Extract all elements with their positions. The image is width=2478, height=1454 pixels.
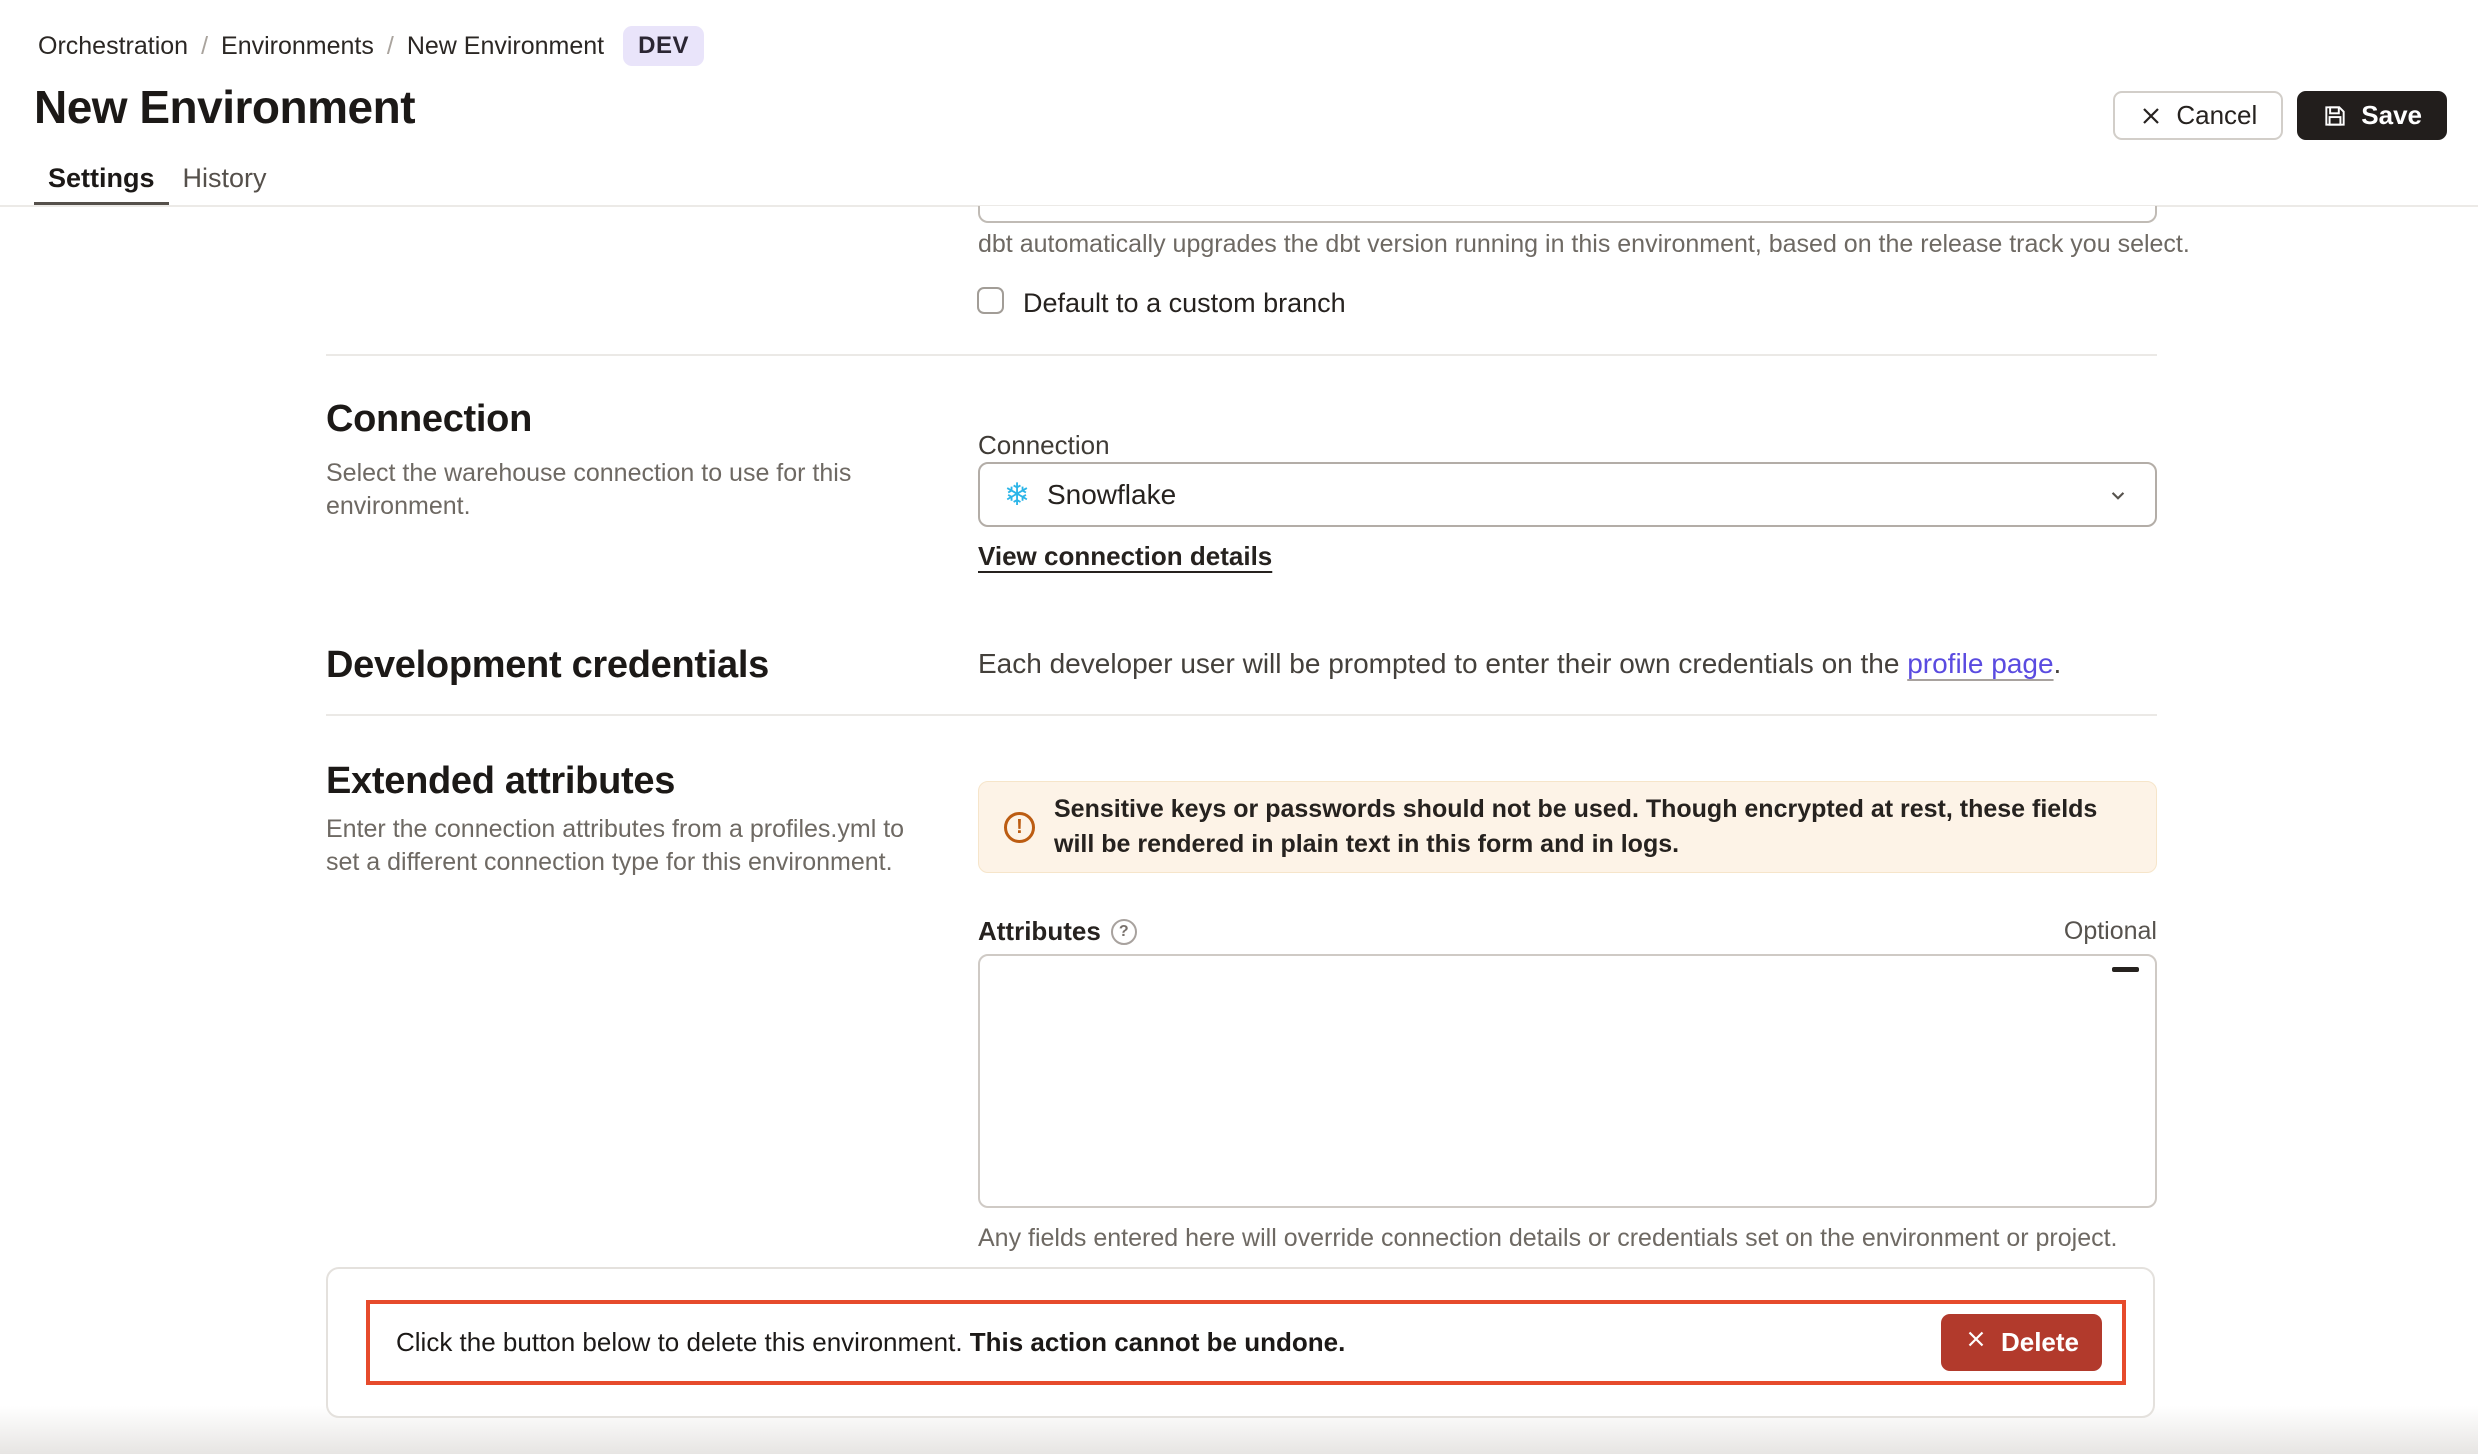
- breadcrumb-environments[interactable]: Environments: [221, 32, 374, 61]
- tab-settings[interactable]: Settings: [34, 163, 169, 206]
- question-circle-icon[interactable]: ?: [1111, 919, 1137, 945]
- floppy-disk-icon: [2322, 103, 2348, 129]
- breadcrumb-separator: /: [201, 32, 208, 61]
- dash-icon[interactable]: [2112, 967, 2139, 972]
- environment-settings-page: Orchestration / Environments / New Envir…: [0, 0, 2478, 1454]
- attributes-editor: [978, 954, 2157, 1208]
- attributes-helper-text: Any fields entered here will override co…: [978, 1224, 2118, 1253]
- connection-section-heading: Connection: [326, 398, 532, 441]
- delete-button-label: Delete: [2001, 1327, 2079, 1358]
- delete-warning-text: Click the button below to delete this en…: [396, 1327, 1345, 1358]
- save-button-label: Save: [2361, 100, 2422, 131]
- dev-credentials-text: Each developer user will be prompted to …: [978, 648, 2061, 680]
- breadcrumb-orchestration[interactable]: Orchestration: [38, 32, 188, 61]
- attributes-field-label: Attributes ?: [978, 916, 1137, 947]
- tab-history[interactable]: History: [169, 163, 281, 206]
- view-connection-details-link[interactable]: View connection details: [978, 541, 1272, 572]
- snowflake-icon: ❄: [1004, 479, 1030, 510]
- attributes-label-text: Attributes: [978, 916, 1101, 947]
- delete-warning-bold: This action cannot be undone.: [970, 1327, 1346, 1357]
- delete-environment-card: Click the button below to delete this en…: [326, 1267, 2155, 1418]
- attributes-label-row: Attributes ? Optional: [978, 916, 2157, 947]
- section-divider: [326, 354, 2157, 356]
- breadcrumb-new-environment[interactable]: New Environment: [407, 32, 604, 61]
- release-track-helper-text: dbt automatically upgrades the dbt versi…: [978, 230, 2190, 259]
- release-track-select-partial[interactable]: [978, 206, 2157, 223]
- cancel-button[interactable]: Cancel: [2113, 91, 2283, 140]
- dev-credentials-heading: Development credentials: [326, 644, 769, 687]
- extended-attributes-heading: Extended attributes: [326, 760, 675, 803]
- optional-badge: Optional: [2064, 917, 2157, 946]
- warning-text: Sensitive keys or passwords should not b…: [1054, 792, 2131, 862]
- breadcrumb: Orchestration / Environments / New Envir…: [38, 26, 704, 66]
- connection-select-value: Snowflake: [1047, 479, 1176, 511]
- chevron-down-icon: [2105, 482, 2131, 508]
- sensitive-keys-warning-banner: ! Sensitive keys or passwords should not…: [978, 781, 2157, 873]
- tab-bar: Settings History: [34, 163, 281, 206]
- breadcrumb-separator: /: [387, 32, 394, 61]
- custom-branch-label[interactable]: Default to a custom branch: [1023, 288, 1346, 319]
- delete-row-highlight: Click the button below to delete this en…: [366, 1300, 2126, 1385]
- connection-section-description: Select the warehouse connection to use f…: [326, 457, 966, 523]
- extended-attributes-description: Enter the connection attributes from a p…: [326, 813, 941, 879]
- dev-credentials-text-after: .: [2054, 648, 2062, 679]
- section-divider: [326, 714, 2157, 716]
- exclamation-circle-icon: !: [1004, 812, 1035, 843]
- connection-field-label: Connection: [978, 430, 1110, 461]
- save-button[interactable]: Save: [2297, 91, 2447, 140]
- cancel-button-label: Cancel: [2176, 100, 2257, 131]
- attributes-textarea[interactable]: [978, 954, 2157, 1208]
- custom-branch-checkbox[interactable]: [977, 287, 1004, 314]
- delete-button[interactable]: Delete: [1941, 1314, 2102, 1371]
- page-title: New Environment: [34, 80, 415, 134]
- connection-select[interactable]: ❄ Snowflake: [978, 462, 2157, 527]
- header-actions: Cancel Save: [2113, 91, 2447, 140]
- x-icon: [1964, 1327, 1988, 1358]
- profile-page-link[interactable]: profile page: [1907, 648, 2053, 679]
- environment-type-badge: DEV: [623, 26, 704, 66]
- x-icon: [2139, 104, 2163, 128]
- delete-warning-normal: Click the button below to delete this en…: [396, 1327, 970, 1357]
- dev-credentials-text-before: Each developer user will be prompted to …: [978, 648, 1907, 679]
